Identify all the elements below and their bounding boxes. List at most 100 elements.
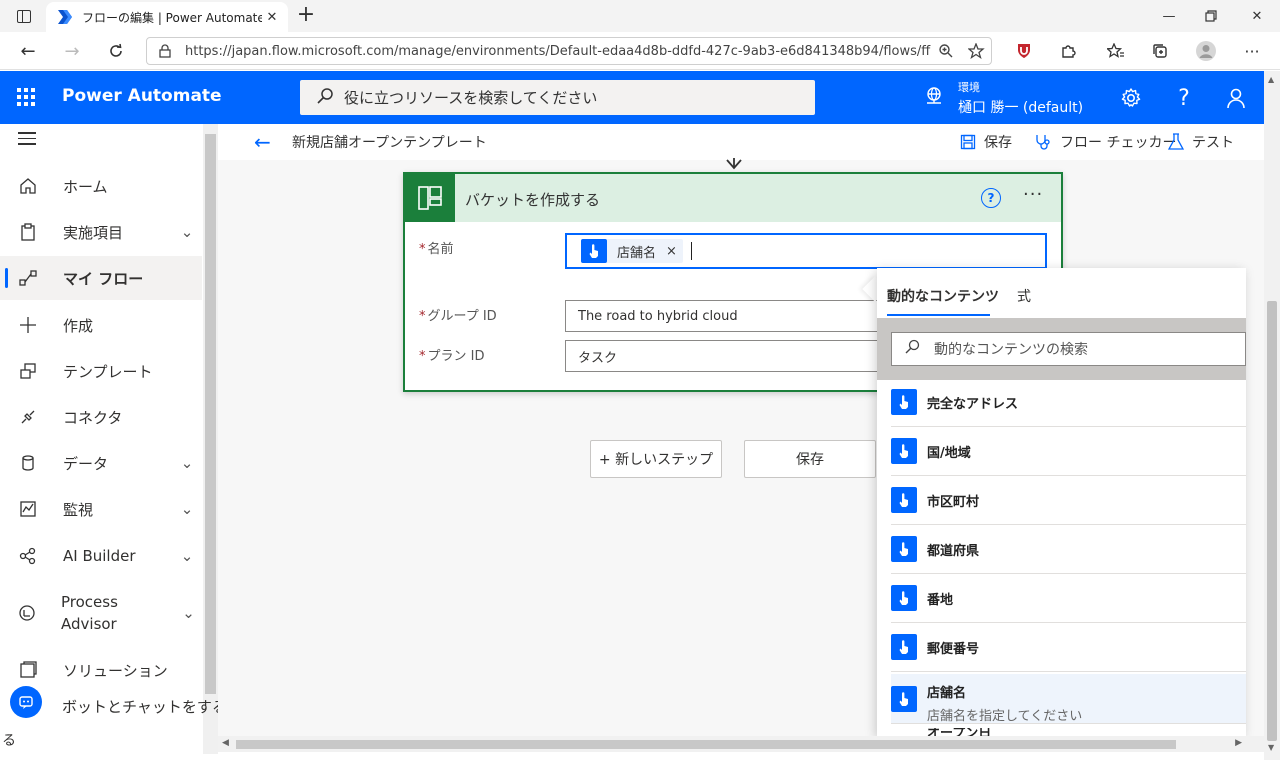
extensions-puzzle-icon[interactable] xyxy=(1054,38,1082,64)
tab-dynamic-content[interactable]: 動的なコンテンツ xyxy=(887,286,999,306)
nav-item-connectors[interactable]: コネクタ xyxy=(0,395,202,439)
hamburger-menu-icon[interactable] xyxy=(18,132,36,149)
manual-trigger-icon xyxy=(891,686,917,712)
flask-icon xyxy=(1168,133,1184,151)
nav-item-process-advisor[interactable]: Process Advisor ⌄ xyxy=(0,590,202,636)
home-icon xyxy=(18,176,38,196)
list-item[interactable]: 国/地域 xyxy=(891,427,1246,476)
nav-item-monitor[interactable]: 監視 ⌄ xyxy=(0,487,202,531)
action-card-title: バケットを作成する xyxy=(465,191,601,209)
database-icon xyxy=(18,453,38,473)
list-item[interactable]: 郵便番号 xyxy=(891,623,1246,672)
nav-item-templates[interactable]: テンプレート xyxy=(0,349,202,393)
environment-label: 環境 xyxy=(958,81,980,94)
profile-avatar-icon[interactable] xyxy=(1192,38,1220,64)
lock-icon xyxy=(159,44,177,58)
token-remove-icon[interactable]: × xyxy=(666,244,677,259)
browser-menu-icon[interactable]: ··· xyxy=(1238,38,1266,64)
help-circle-icon[interactable]: ? xyxy=(981,188,1001,208)
search-icon xyxy=(904,339,920,359)
canvas-horizontal-scrollbar[interactable]: ◀ ▶ xyxy=(218,736,1264,752)
manual-trigger-icon xyxy=(581,239,607,263)
nav-item-home[interactable]: ホーム xyxy=(0,164,202,208)
list-item-selected[interactable]: 店舗名 店舗名を指定してください xyxy=(891,674,1246,724)
minimize-icon[interactable]: — xyxy=(1146,0,1192,32)
nav-item-ai-builder[interactable]: AI Builder ⌄ xyxy=(0,534,202,578)
environment-picker[interactable]: 環境 樋口 勝一 (default) xyxy=(924,79,1083,117)
url-field[interactable]: https://japan.flow.microsoft.com/manage/… xyxy=(146,37,992,65)
save-flow-button[interactable]: 保存 xyxy=(744,440,876,478)
forward-icon[interactable]: → xyxy=(58,38,86,64)
favorites-icon[interactable] xyxy=(1102,38,1130,64)
collections-icon[interactable] xyxy=(1146,38,1174,64)
shield-extension-icon[interactable] xyxy=(1010,38,1038,64)
dynamic-token-store-name[interactable]: 店舗名 × xyxy=(581,239,683,263)
list-item[interactable]: 都道府県 xyxy=(891,525,1246,574)
new-step-button[interactable]: + 新しいステップ xyxy=(590,440,722,478)
power-automate-favicon-icon xyxy=(58,9,74,25)
chevron-down-icon: ⌄ xyxy=(180,547,194,565)
plus-icon xyxy=(18,315,38,335)
text-caret xyxy=(690,242,692,260)
connector-icon xyxy=(18,407,38,427)
restore-icon[interactable] xyxy=(1188,0,1234,32)
tab-close-icon[interactable]: ✕ xyxy=(262,10,282,25)
search-placeholder: 役に立つリソースを検索してください xyxy=(344,89,598,107)
planner-logo-icon xyxy=(405,174,455,222)
active-tab-indicator xyxy=(887,314,990,316)
manual-trigger-icon xyxy=(891,389,917,415)
nav-scrollbar[interactable] xyxy=(203,124,218,754)
save-command-button[interactable]: 保存 xyxy=(960,129,1012,155)
environment-globe-icon xyxy=(924,86,944,110)
chatbot-icon[interactable] xyxy=(10,686,42,718)
manual-trigger-icon xyxy=(891,585,917,611)
list-item[interactable]: 市区町村 xyxy=(891,476,1246,525)
dynamic-content-panel: 動的なコンテンツ 式 動的なコンテンツの検索 完全なアドレス 国/地域 市区町村… xyxy=(877,268,1246,736)
url-text: https://japan.flow.microsoft.com/manage/… xyxy=(185,43,931,59)
manual-trigger-icon xyxy=(891,536,917,562)
resource-search-input[interactable]: 役に立つリソースを検索してください xyxy=(300,80,815,115)
page-vertical-scrollbar[interactable]: ▲ ▼ xyxy=(1264,71,1280,760)
flow-checker-button[interactable]: フロー チェッカー xyxy=(1034,129,1176,155)
tab-expression[interactable]: 式 xyxy=(1017,286,1031,306)
browser-tab-strip: フローの編集 | Power Automate ✕ + — ✕ xyxy=(0,0,1280,32)
nav-item-data[interactable]: データ ⌄ xyxy=(0,441,202,485)
favorite-star-icon[interactable] xyxy=(961,43,991,59)
list-item[interactable]: 番地 xyxy=(891,574,1246,623)
browser-tab[interactable]: フローの編集 | Power Automate ✕ xyxy=(46,2,288,32)
nav-item-action-items[interactable]: 実施項目 ⌄ xyxy=(0,210,202,254)
monitor-icon xyxy=(18,499,38,519)
nav-item-create[interactable]: 作成 xyxy=(0,303,202,347)
list-item[interactable]: 完全なアドレス xyxy=(891,378,1246,427)
test-button[interactable]: テスト xyxy=(1168,129,1234,155)
chevron-down-icon: ⌄ xyxy=(180,454,194,472)
chevron-down-icon: ⌄ xyxy=(180,223,194,241)
window-close-icon[interactable]: ✕ xyxy=(1234,0,1280,32)
flow-icon xyxy=(18,268,38,288)
nav-item-solutions[interactable]: ソリューション xyxy=(0,648,202,692)
save-disk-icon xyxy=(960,134,976,150)
plan-id-label: * プラン ID xyxy=(419,349,485,364)
app-launcher-icon[interactable] xyxy=(14,85,38,109)
dynamic-content-search-input[interactable]: 動的なコンテンツの検索 xyxy=(891,332,1246,366)
back-icon[interactable]: ← xyxy=(14,38,42,64)
brand-title[interactable]: Power Automate xyxy=(62,86,222,106)
nav-item-my-flows[interactable]: マイ フロー xyxy=(0,256,202,300)
name-field-input[interactable]: 店舗名 × xyxy=(565,233,1047,269)
left-navigation: ホーム 実施項目 ⌄ マイ フロー 作成 テンプレート コネクタ データ ⌄ 監… xyxy=(0,124,218,760)
manual-trigger-icon xyxy=(891,487,917,513)
new-tab-icon[interactable]: + xyxy=(294,4,318,28)
chatbot-label[interactable]: ボットとチャットをする xyxy=(62,696,218,717)
zoom-icon[interactable] xyxy=(931,43,961,59)
tab-actions-icon[interactable] xyxy=(10,6,38,26)
chatbot-label-overflow: る xyxy=(2,733,16,749)
action-card-header[interactable]: バケットを作成する ? ··· xyxy=(405,174,1061,222)
account-icon[interactable] xyxy=(1222,84,1250,112)
refresh-icon[interactable] xyxy=(102,38,130,64)
help-icon[interactable]: ? xyxy=(1170,84,1198,112)
more-options-icon[interactable]: ··· xyxy=(1023,184,1043,205)
list-item[interactable]: オープン日 xyxy=(891,728,1246,736)
settings-gear-icon[interactable] xyxy=(1117,84,1145,112)
back-arrow-icon[interactable]: ← xyxy=(254,130,271,154)
environment-name: 樋口 勝一 (default) xyxy=(958,100,1084,116)
